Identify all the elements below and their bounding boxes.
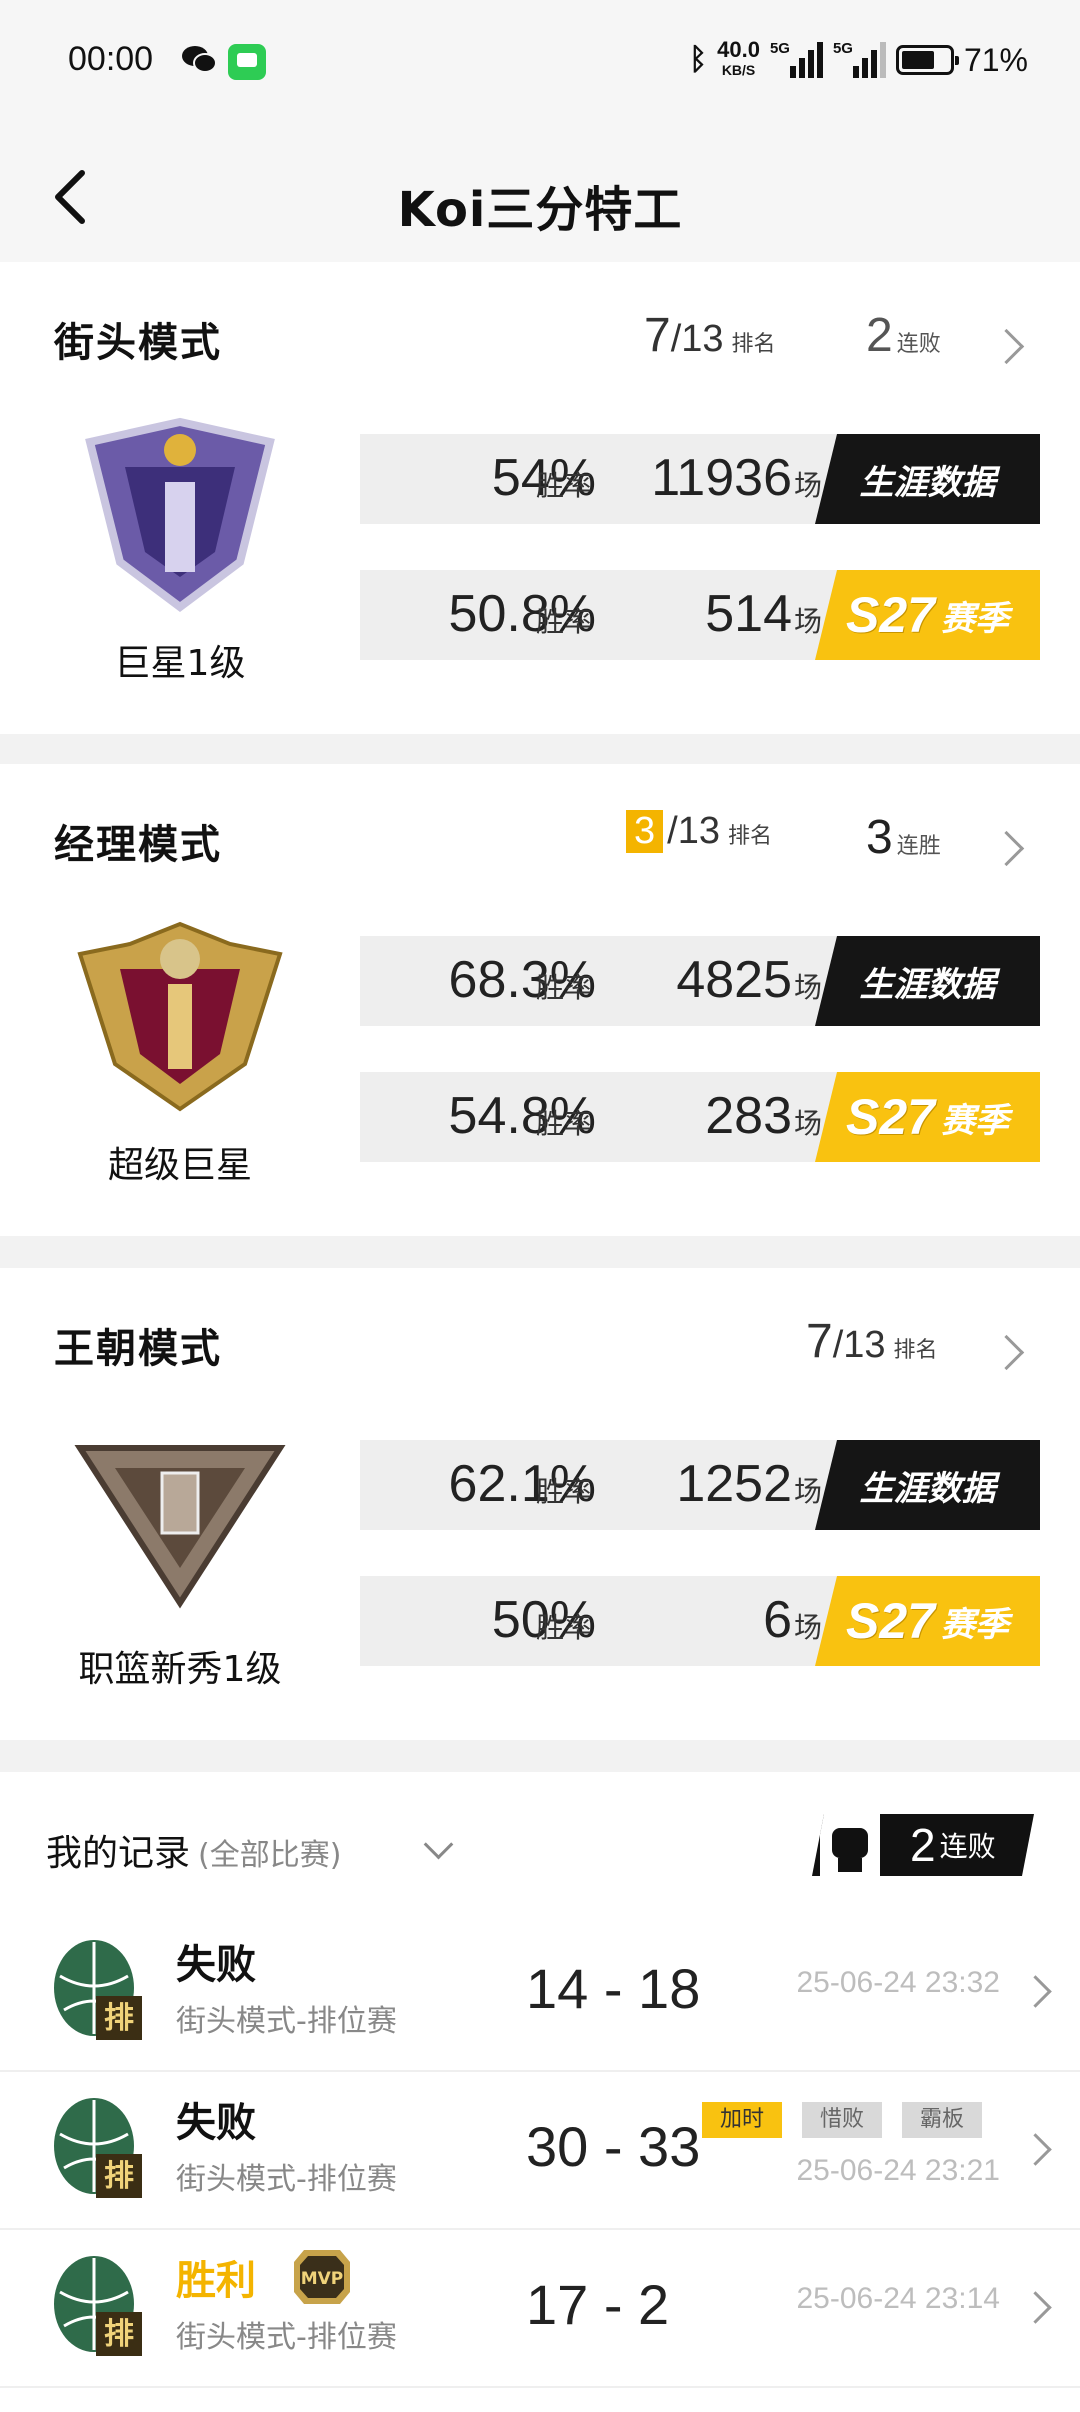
tier-label: 职篮新秀1级 [78,1649,282,1690]
network-speed: 40.0 KB/S [717,37,760,79]
match-mode-icon: 排 [54,1940,142,2040]
season-stats-row[interactable]: 50% 胜率 6 场 S27 赛季 [360,1576,1040,1666]
chevron-right-icon[interactable] [988,1334,1025,1371]
svg-text:MVP: MVP [301,2269,344,2289]
tier-label: 巨星1级 [114,643,246,684]
signal-icon-2: 5G [833,40,886,78]
career-stats-row[interactable]: 54% 胜率 11936 场 生涯数据 [360,434,1040,524]
records-section: 我的记录 (全部比赛) 2 连败 排 失败 街头模式-排位赛 14 - 18 25-… [0,1772,1080,2412]
rank-emblem-icon [77,921,283,1112]
match-mode: 街头模式-排位赛 [176,2004,397,2039]
match-mode: 街头模式-排位赛 [176,2162,397,2197]
bluetooth-icon: ᛒ [689,43,708,76]
app-header: Koi三分特工 [0,125,1080,262]
tag-rebound-king: 霸板 [902,2102,983,2138]
games-count: 11936 [651,449,792,507]
games-label: 场 [794,971,823,1004]
games-count: 283 [705,1087,792,1145]
tag-overtime: 加时 [702,2102,783,2138]
match-time: 25-06-24 23:14 [796,2282,1001,2315]
fist-icon [820,1814,880,1876]
season-button[interactable]: S27 赛季 [815,570,1040,660]
rank: 7/13 排名 [806,1315,938,1368]
games-label: 场 [794,1611,823,1644]
win-rate-label: 胜率 [536,1107,593,1140]
message-icon [228,44,266,80]
career-stats-row[interactable]: 68.3% 胜率 4825 场 生涯数据 [360,936,1040,1026]
match-score: 14 - 18 [526,1957,701,2020]
season-stats-row[interactable]: 54.8% 胜率 283 场 S27 赛季 [360,1072,1040,1162]
win-rate-label: 胜率 [536,1611,593,1644]
games-label: 场 [794,1475,823,1508]
games-label: 场 [794,1107,823,1140]
match-row[interactable]: 排 失败 街头模式-排位赛 14 - 18 25-06-24 23:32 [0,1914,1080,2072]
page-title: Koi三分特工 [397,182,683,238]
streak-badge: 2 连败 [812,1814,1034,1876]
match-mode-icon: 排 [54,2256,142,2356]
svg-text:排: 排 [104,2001,134,2036]
match-time: 25-06-24 23:21 [796,2154,1001,2187]
win-rate-label: 胜率 [536,469,593,502]
rank: 7/13 排名 [644,309,776,362]
mode-card-dynasty[interactable]: 王朝模式 7/13 排名 职篮新秀1级 62.1% 胜率 1252 场 生涯数据 … [0,1268,1080,1740]
status-time: 00:00 [68,40,154,78]
games-count: 514 [705,585,792,643]
season-button[interactable]: S27 赛季 [815,1576,1040,1666]
chevron-down-icon[interactable] [423,1829,454,1860]
games-label: 场 [794,605,823,638]
chevron-right-icon[interactable] [1019,1975,1052,2008]
mode-title: 经理模式 [54,822,222,868]
career-data-button[interactable]: 生涯数据 [815,936,1040,1026]
chevron-right-icon[interactable] [988,830,1025,867]
status-right: ᛒ 40.0 KB/S 5G 5G 71% [689,38,1028,82]
match-row[interactable]: 排 失败 街头模式-排位赛 30 - 33 加时 惜败 霸板 25-06-24 … [0,2072,1080,2230]
mode-card-manager[interactable]: 经理模式 3/13 排名 3 连胜 超级巨星 68.3% 胜率 4825 场 生涯数… [0,764,1080,1236]
status-bar: 00:00 ᛒ 40.0 KB/S 5G 5G 71% [0,0,1080,125]
match-row[interactable]: 排 胜利 MVP 街头模式-排位赛 17 - 2 25-06-24 23:14 [0,2230,1080,2388]
battery-percent: 71% [963,41,1028,78]
rank: 3/13 排名 [626,810,772,853]
chevron-right-icon[interactable] [1019,2133,1052,2166]
match-score: 30 - 33 [526,2115,701,2178]
match-score: 17 - 2 [526,2273,670,2336]
win-rate-label: 胜率 [536,1475,593,1508]
season-button[interactable]: S27 赛季 [815,1072,1040,1162]
match-tags: 加时 惜败 霸板 [702,2102,983,2138]
match-result: 胜利 [176,2258,256,2304]
mode-card-street[interactable]: 街头模式 7/13 排名 2 连败 巨星1级 54% 胜率 11936 场 生涯数据… [0,262,1080,734]
tag-narrow-loss: 惜败 [802,2102,883,2138]
streak: 2 连败 [866,309,941,362]
career-data-button[interactable]: 生涯数据 [815,434,1040,524]
battery-icon [895,45,959,75]
win-rate-label: 胜率 [536,605,593,638]
games-count: 1252 [676,1455,792,1513]
match-mode: 街头模式-排位赛 [176,2320,397,2355]
rank-emblem-icon [85,417,275,612]
games-count: 6 [763,1591,792,1649]
wechat-icon [182,46,217,73]
tier-label: 超级巨星 [107,1145,252,1186]
svg-text:排: 排 [104,2159,134,2194]
mvp-badge-icon: MVP [294,2250,350,2304]
season-stats-row[interactable]: 50.8% 胜率 514 场 S27 赛季 [360,570,1040,660]
match-mode-icon: 排 [54,2098,142,2198]
svg-text:排: 排 [104,2317,134,2352]
games-count: 4825 [676,951,792,1009]
chevron-right-icon[interactable] [1019,2291,1052,2324]
games-label: 场 [794,469,823,502]
streak: 3 连胜 [866,811,941,864]
rank-emblem-icon [74,1445,286,1609]
match-time: 25-06-24 23:32 [796,1966,1001,1999]
match-result: 失败 [176,2100,256,2146]
match-result: 失败 [176,1942,256,1988]
career-stats-row[interactable]: 62.1% 胜率 1252 场 生涯数据 [360,1440,1040,1530]
chevron-right-icon[interactable] [988,328,1025,365]
records-filter[interactable]: 我的记录 (全部比赛) [46,1824,341,1876]
signal-icon: 5G [770,40,823,78]
career-data-button[interactable]: 生涯数据 [815,1440,1040,1530]
win-rate-label: 胜率 [536,971,593,1004]
mode-title: 王朝模式 [54,1326,222,1372]
mode-title: 街头模式 [54,320,222,366]
